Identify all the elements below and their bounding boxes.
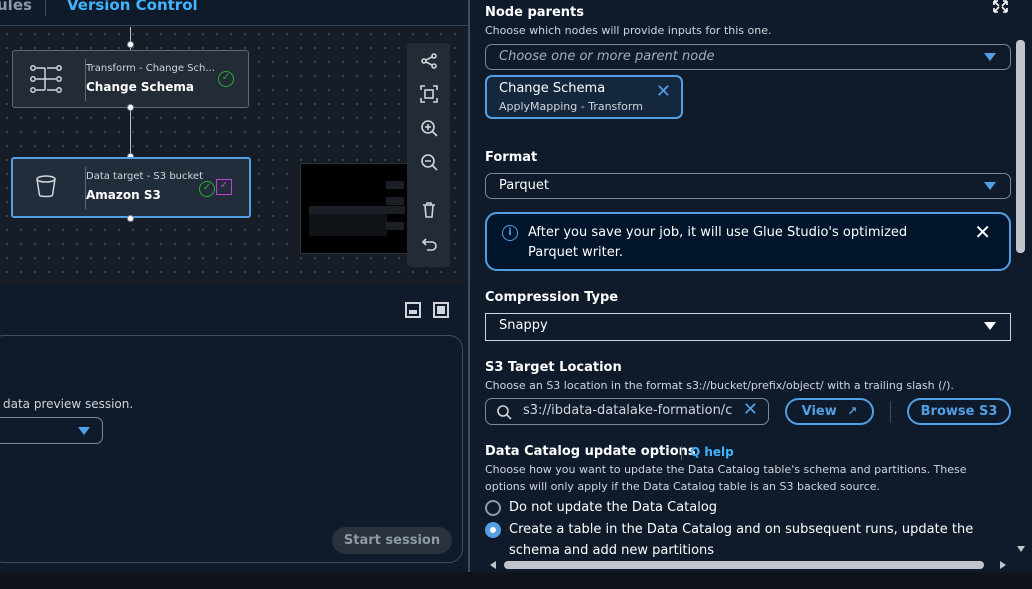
format-label: Format	[485, 150, 538, 165]
info-alert: i After you save your job, it will use G…	[485, 212, 1011, 271]
catalog-description: Choose how you want to update the Data C…	[485, 463, 967, 493]
s3-location-value: s3://ibdata-datalake-formation/c	[523, 403, 733, 418]
node-parents-select[interactable]: Choose one or more parent node	[485, 44, 1011, 70]
help-separator	[681, 446, 682, 460]
format-value: Parquet	[499, 178, 549, 193]
transform-icon	[30, 65, 62, 93]
minimap-node	[386, 181, 404, 189]
s3-target-label: S3 Target Location	[485, 360, 622, 375]
node-parents-label: Node parents	[485, 5, 584, 20]
s3-target-description: Choose an S3 location in the format s3:/…	[485, 379, 954, 392]
minimap-viewport	[309, 214, 387, 236]
footer-bar	[0, 572, 1032, 589]
caret-down-icon	[984, 53, 996, 61]
scrollbar-thumb[interactable]	[504, 561, 984, 569]
caret-down-icon	[984, 322, 996, 330]
iam-role-select[interactable]	[0, 417, 103, 444]
info-icon: i	[502, 225, 518, 241]
horizontal-scrollbar[interactable]	[488, 558, 1012, 572]
catalog-label: Data Catalog update options	[485, 444, 696, 459]
compression-label: Compression Type	[485, 290, 619, 305]
left-pane: ules Version Control Transform - Change …	[0, 0, 468, 589]
minimap-node	[386, 222, 404, 230]
graph-canvas[interactable]: Transform - Change Sch... Change Schema …	[0, 27, 468, 285]
compression-select[interactable]: Snappy	[485, 313, 1011, 341]
scroll-right-icon[interactable]	[1000, 561, 1006, 569]
node-subtitle: Transform - Change Sch...	[86, 63, 215, 74]
radio-label-create-table: Create a table in the Data Catalog and o…	[509, 522, 974, 558]
q-help-link[interactable]: Q help	[690, 445, 734, 459]
node-parents-placeholder: Choose one or more parent node	[499, 49, 715, 64]
s3-location-input[interactable]: s3://ibdata-datalake-formation/c ✕	[485, 398, 769, 425]
tab-rules[interactable]: ules	[0, 0, 32, 14]
remove-token-icon[interactable]: ✕	[656, 81, 671, 102]
start-session-button[interactable]: Start session	[332, 527, 452, 554]
external-link-icon: ↗	[847, 404, 858, 418]
caret-down-icon	[78, 427, 90, 435]
caret-down-icon	[984, 182, 996, 190]
node-name: Change Schema	[86, 80, 194, 94]
canvas-toolbar	[407, 43, 450, 267]
scroll-left-icon[interactable]	[490, 561, 496, 569]
fit-view-icon[interactable]	[407, 81, 450, 107]
tab-version-control[interactable]: Version Control	[67, 0, 198, 14]
compression-value: Snappy	[499, 318, 548, 333]
success-check-icon: ✓	[199, 181, 215, 197]
data-preview-icon: ✓	[216, 179, 232, 195]
node-port[interactable]	[127, 41, 134, 48]
token-type: ApplyMapping - Transform	[499, 100, 643, 113]
close-icon[interactable]: ✕	[974, 220, 991, 244]
browse-s3-button[interactable]: Browse S3	[907, 398, 1011, 425]
clear-input-icon[interactable]: ✕	[743, 399, 758, 420]
app-root: ules Version Control Transform - Change …	[0, 0, 1032, 589]
node-subtitle: Data target - S3 bucket	[86, 171, 204, 182]
parent-token: Change Schema ApplyMapping - Transform ✕	[485, 75, 683, 119]
scroll-down-icon[interactable]	[1017, 546, 1025, 552]
node-port[interactable]	[127, 215, 134, 222]
layout-icon[interactable]	[407, 48, 450, 74]
undo-icon[interactable]	[407, 231, 450, 257]
node-amazon-s3[interactable]: Data target - S3 bucket Amazon S3 ✓ ✓	[11, 157, 251, 218]
data-preview-panel: data preview session. Start session	[0, 285, 468, 589]
success-check-icon: ✓	[218, 71, 234, 87]
zoom-in-icon[interactable]	[407, 115, 450, 141]
edge-change-schema-to-s3	[130, 108, 131, 158]
format-select[interactable]: Parquet	[485, 173, 1011, 199]
radio-label-do-not-update: Do not update the Data Catalog	[509, 500, 718, 515]
view-button-label: View	[801, 404, 837, 419]
radio-do-not-update[interactable]	[485, 500, 501, 516]
token-name: Change Schema	[499, 81, 606, 96]
radio-create-table[interactable]	[485, 522, 501, 538]
vertical-scrollbar[interactable]	[1014, 0, 1028, 560]
node-port[interactable]	[127, 104, 134, 111]
preview-description: data preview session.	[3, 397, 134, 411]
node-name: Amazon S3	[86, 188, 161, 202]
button-separator	[890, 401, 891, 423]
alert-message: After you save your job, it will use Glu…	[528, 225, 908, 260]
expand-icon[interactable]	[993, 0, 1008, 13]
node-properties-panel: Node parents Choose which nodes will pro…	[470, 0, 1032, 589]
view-button[interactable]: View ↗	[785, 398, 874, 425]
s3-bucket-icon	[36, 175, 56, 198]
delete-icon[interactable]	[407, 197, 450, 223]
zoom-out-icon[interactable]	[407, 149, 450, 175]
node-parents-description: Choose which nodes will provide inputs f…	[485, 24, 772, 37]
search-icon	[497, 405, 512, 420]
minimap-node	[309, 206, 405, 214]
minimize-panel-icon[interactable]	[405, 302, 421, 318]
scrollbar-thumb[interactable]	[1016, 40, 1025, 253]
minimap-node	[386, 197, 404, 205]
node-change-schema[interactable]: Transform - Change Sch... Change Schema …	[12, 50, 249, 108]
tab-separator	[45, 0, 46, 16]
tab-bar: ules Version Control	[0, 0, 468, 26]
maximize-panel-icon[interactable]	[433, 302, 449, 318]
